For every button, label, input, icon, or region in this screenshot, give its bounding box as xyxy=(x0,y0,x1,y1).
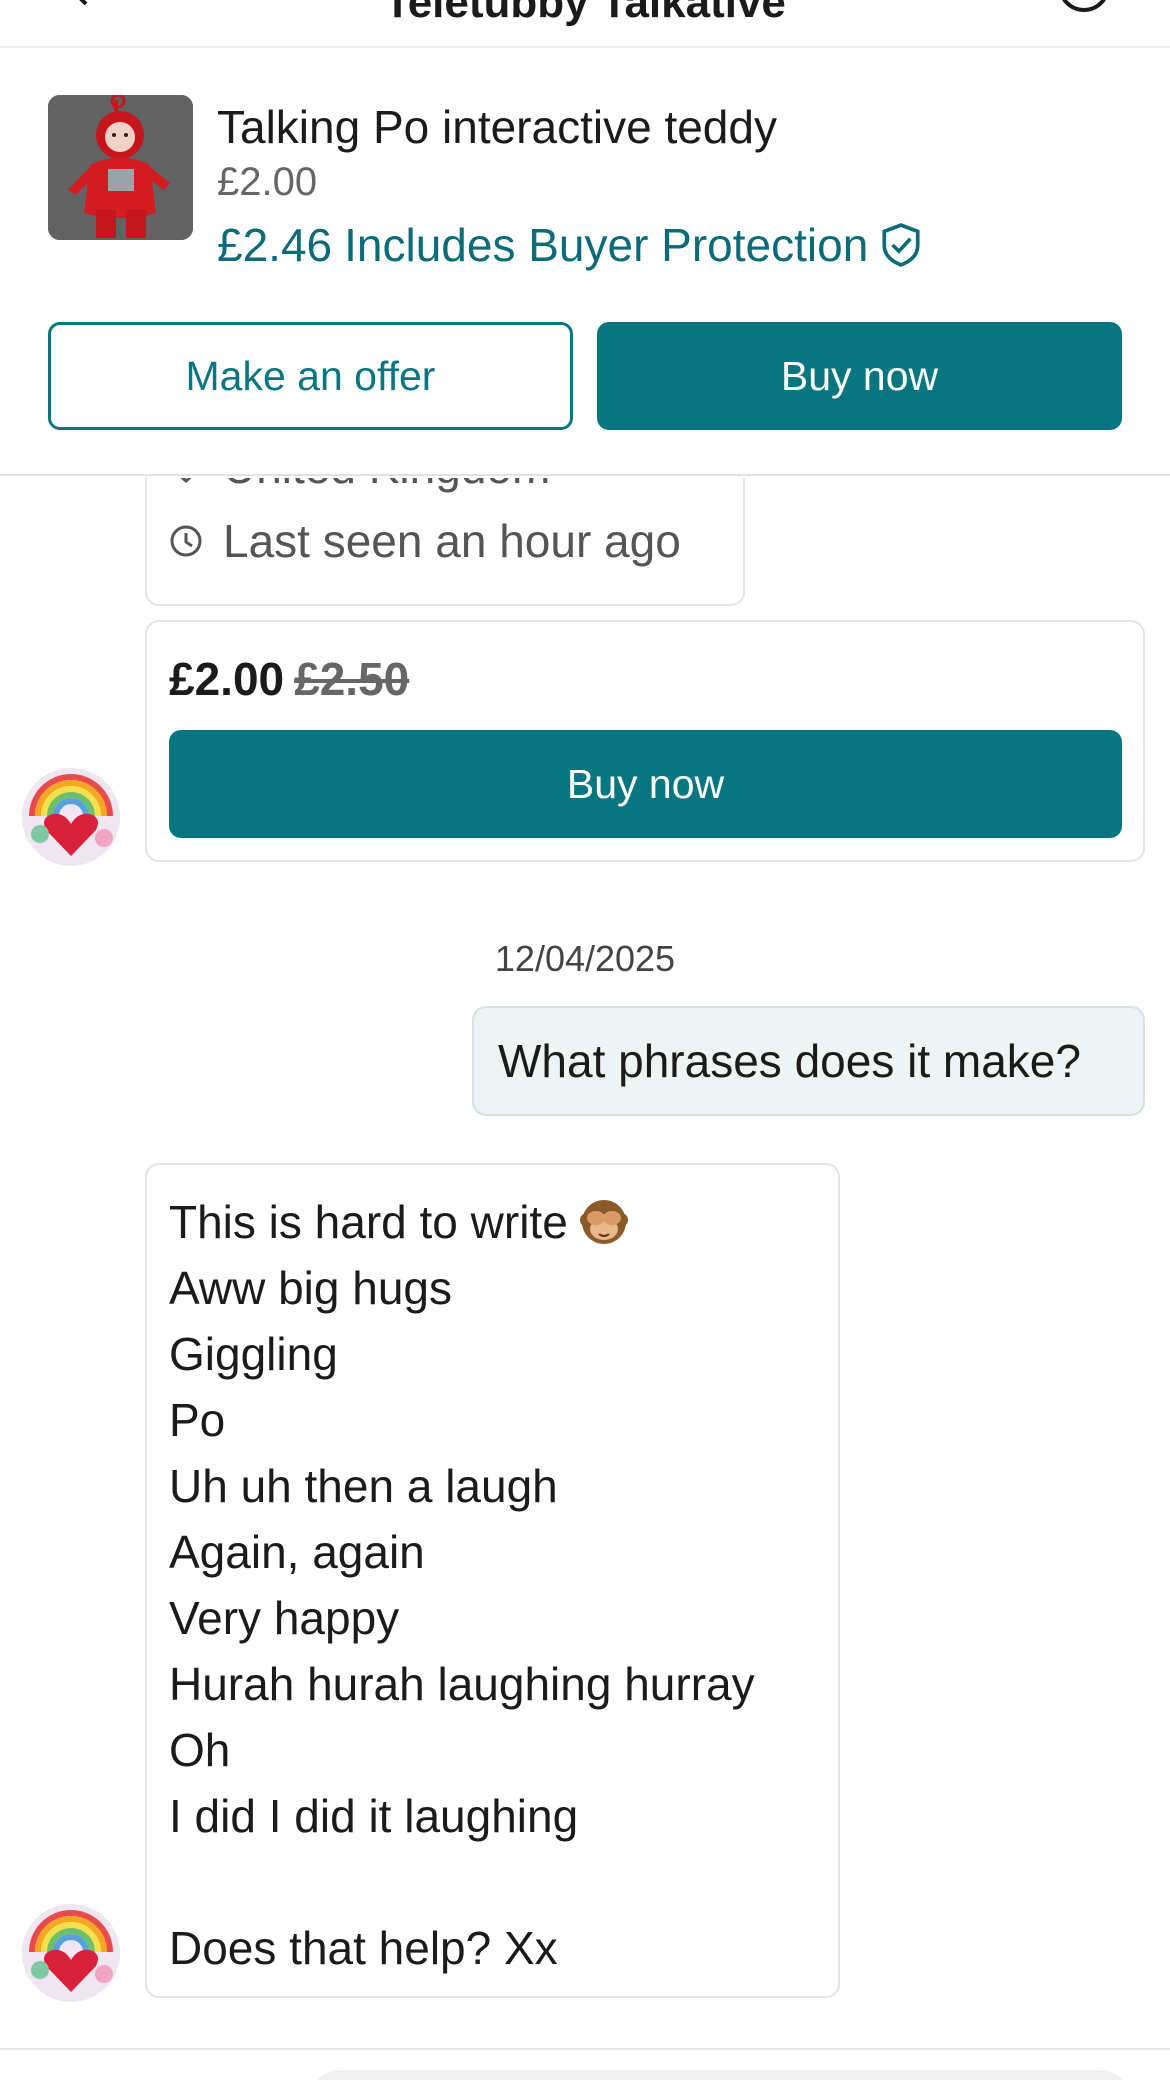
message-line: Oh xyxy=(169,1724,231,1776)
message-text: This is hard to write Aww big hugs Giggl… xyxy=(169,1189,829,1981)
see-no-evil-monkey-icon xyxy=(579,1200,628,1244)
message-line: Giggling xyxy=(169,1328,338,1380)
message-line: Po xyxy=(169,1394,226,1446)
item-title[interactable]: Talking Po interactive teddy xyxy=(217,100,777,154)
message-input[interactable] xyxy=(310,2070,1130,2080)
offer-card: £2.00 £2.50 Buy now xyxy=(145,620,1145,862)
seller-avatar[interactable] xyxy=(22,768,120,866)
message-line: Again, again xyxy=(169,1526,425,1578)
offer-new-price: £2.00 xyxy=(169,653,285,705)
message-line: Does that help? Xx xyxy=(169,1922,558,1974)
top-header: Teletubby Talkative xyxy=(0,0,1170,48)
last-seen-row: Last seen an hour ago xyxy=(169,514,681,568)
teddy-image xyxy=(48,95,193,240)
location-pin-icon xyxy=(180,478,192,483)
message-composer-bar xyxy=(0,2048,1170,2080)
shield-check-icon xyxy=(882,223,920,267)
location-row: United Kingdom xyxy=(169,478,550,494)
buyer-protection-row[interactable]: £2.46 Includes Buyer Protection xyxy=(217,218,922,272)
total-price: £2.46 xyxy=(217,219,333,271)
seller-avatar[interactable] xyxy=(22,1904,120,2002)
message-line: Aww big hugs xyxy=(169,1262,452,1314)
seller-info-card: United Kingdom Last seen an hour ago xyxy=(145,478,745,606)
last-seen-text: Last seen an hour ago xyxy=(223,515,681,567)
message-line: This is hard to write xyxy=(169,1189,829,1255)
item-thumbnail[interactable] xyxy=(48,95,193,240)
item-summary-panel: Talking Po interactive teddy £2.00 £2.46… xyxy=(0,50,1170,476)
message-line: Very happy xyxy=(169,1592,400,1644)
message-line xyxy=(169,1849,829,1915)
message-line: I did I did it laughing xyxy=(169,1790,579,1842)
care-bears-avatar-image xyxy=(22,768,120,866)
seller-location: United Kingdom xyxy=(223,478,550,494)
buyer-protection-label: Includes Buyer Protection xyxy=(344,219,869,271)
buy-now-button[interactable]: Buy now xyxy=(597,322,1122,430)
outgoing-message-bubble[interactable]: What phrases does it make? xyxy=(472,1006,1145,1116)
incoming-message-bubble[interactable]: This is hard to write Aww big hugs Giggl… xyxy=(145,1163,840,1998)
chat-buy-now-button[interactable]: Buy now xyxy=(169,730,1122,838)
message-date: 12/04/2025 xyxy=(494,938,676,979)
make-offer-button[interactable]: Make an offer xyxy=(48,322,573,430)
chat-thread[interactable]: United Kingdom Last seen an hour ago £2.… xyxy=(0,478,1170,2048)
clock-icon xyxy=(170,525,202,557)
message-line: Uh uh then a laugh xyxy=(169,1460,558,1512)
offer-price-row: £2.00 £2.50 xyxy=(169,652,409,706)
conversation-title: Teletubby Talkative xyxy=(384,0,786,27)
care-bears-avatar-image xyxy=(22,1904,120,2002)
offer-old-price: £2.50 xyxy=(294,653,410,705)
message-line: Hurah hurah laughing hurray xyxy=(169,1658,755,1710)
item-price: £2.00 xyxy=(217,160,318,204)
